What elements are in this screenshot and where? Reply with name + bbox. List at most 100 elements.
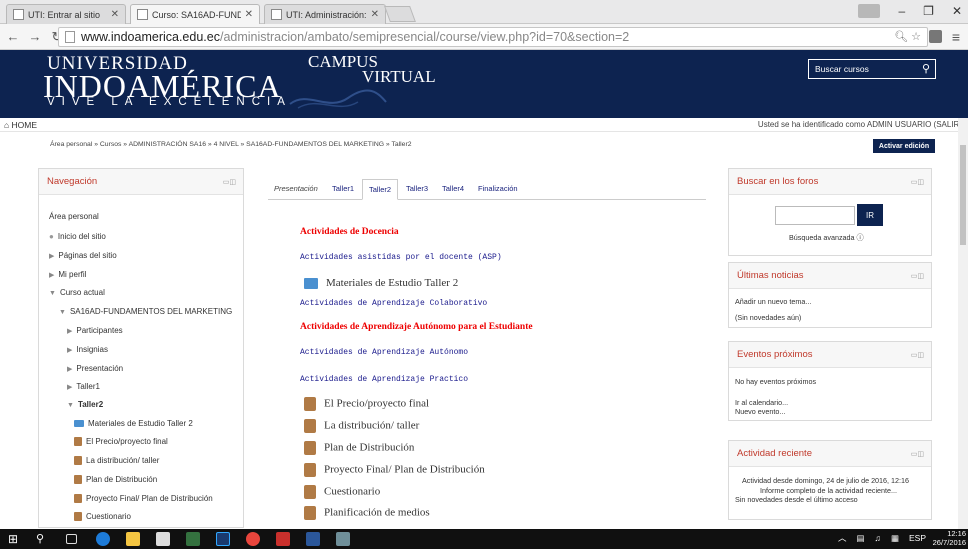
language-indicator[interactable]: ESP	[909, 533, 926, 543]
resource-assignment[interactable]: Cuestionario	[304, 485, 380, 499]
nav-item[interactable]: ▶ Participantes	[67, 326, 123, 335]
course-search-input[interactable]: Buscar cursos ⚲	[808, 59, 936, 79]
nav-item[interactable]: ▶ Presentación	[67, 364, 123, 373]
url-field[interactable]: www.indoamerica.edu.ec/administracion/am…	[58, 27, 928, 47]
edit-mode-button[interactable]: Activar edición	[873, 139, 935, 153]
scrollbar-thumb[interactable]	[960, 145, 966, 245]
acrobat-icon[interactable]	[276, 532, 290, 546]
nav-label: Presentación	[76, 364, 124, 373]
block-header: Actividad reciente ▭◫	[729, 441, 931, 467]
clock[interactable]: 12:16 26/7/2016	[933, 529, 966, 547]
nav-item[interactable]: ▶ Mi perfil	[49, 270, 86, 279]
tab-presentacion[interactable]: Presentación	[274, 184, 318, 193]
user-icon[interactable]	[858, 4, 881, 18]
home-link[interactable]: ⌂ HOME	[4, 120, 37, 130]
back-icon[interactable]: ←	[4, 29, 22, 44]
nav-item[interactable]: Materiales de Estudio Taller 2	[74, 419, 193, 428]
nav-item[interactable]: Área personal	[49, 212, 99, 221]
home-label: HOME	[11, 120, 38, 130]
nav-item[interactable]: La distribución/ taller	[74, 456, 159, 466]
tray-up-icon[interactable]: ︿	[838, 532, 847, 544]
nav-label: Proyecto Final/ Plan de Distribución	[86, 494, 213, 503]
assignment-icon	[74, 456, 82, 466]
block-header: Últimas noticias ▭◫	[729, 263, 931, 289]
zoom-star-icon[interactable]: 🔍︎ ☆	[894, 30, 921, 43]
edge-icon[interactable]	[96, 532, 110, 546]
tab-taller1[interactable]: Taller1	[332, 184, 354, 193]
resource-folder[interactable]: Materiales de Estudio Taller 2	[304, 277, 458, 289]
tab-finalizacion[interactable]: Finalización	[478, 184, 518, 193]
notification-icon[interactable]: ▦	[891, 533, 899, 544]
volume-icon[interactable]: ♫	[875, 533, 881, 543]
task-view-icon[interactable]	[66, 534, 77, 544]
block-controls-icon[interactable]: ▭◫	[911, 272, 924, 280]
nav-item[interactable]: ▼ Curso actual	[49, 288, 105, 297]
resource-assignment[interactable]: La distribución/ taller	[304, 419, 419, 433]
calendar-link[interactable]: Ir al calendario...	[735, 398, 788, 407]
search-icon[interactable]: ⚲	[922, 62, 930, 75]
assignment-icon	[304, 463, 316, 477]
block-controls-icon[interactable]: ▭◫	[223, 178, 236, 186]
logo-sub: VIVE LA EXCELENCIA	[47, 96, 292, 108]
photoshop-icon[interactable]	[216, 532, 230, 546]
chevron-right-icon: ▶	[49, 253, 55, 260]
close-icon[interactable]: ✕	[111, 9, 119, 20]
news-title: Últimas noticias	[737, 270, 804, 281]
advanced-search-link[interactable]: Búsqueda avanzada ⓘ	[789, 233, 864, 243]
new-tab-button[interactable]	[384, 6, 416, 22]
minimize-icon[interactable]: –	[898, 4, 905, 18]
paint-icon[interactable]	[336, 532, 350, 546]
add-topic-link[interactable]: Añadir un nuevo tema...	[735, 297, 811, 306]
chrome-icon[interactable]	[246, 532, 260, 546]
forward-icon[interactable]: →	[26, 29, 44, 44]
nav-item[interactable]: ▶ Insignias	[67, 345, 108, 354]
browser-tab-admin[interactable]: UTI: Administración: Apar ✕	[264, 4, 386, 24]
resource-assignment[interactable]: El Precio/proyecto final	[304, 397, 429, 411]
store-icon[interactable]	[156, 532, 170, 546]
tab-label: Curso: SA16AD-FUNDAM	[152, 9, 241, 20]
resource-assignment[interactable]: Planificación de medios	[304, 506, 430, 520]
tab-label: UTI: Entrar al sitio	[28, 9, 101, 20]
nav-item[interactable]: El Precio/proyecto final	[74, 437, 168, 447]
nav-item[interactable]: Plan de Distribución	[74, 475, 157, 485]
maximize-icon[interactable]: ❐	[923, 4, 934, 18]
windows-start-icon[interactable]: ⊞	[8, 532, 22, 546]
nav-item[interactable]: ▼ SA16AD-FUNDAMENTOS DEL MARKETING	[59, 307, 232, 316]
browser-tab-login[interactable]: UTI: Entrar al sitio ✕	[6, 4, 126, 24]
nav-item[interactable]: ● Inicio del sitio	[49, 232, 106, 241]
browser-tab-course[interactable]: Curso: SA16AD-FUNDAM ✕	[130, 4, 260, 24]
dreamweaver-icon[interactable]	[186, 532, 200, 546]
nav-item[interactable]: ▶ Taller1	[67, 382, 100, 391]
menu-icon[interactable]: ≡	[952, 29, 960, 45]
breadcrumb[interactable]: Área personal » Cursos » ADMINISTRACIÓN …	[50, 141, 412, 148]
network-icon[interactable]: ▤	[857, 533, 865, 544]
close-icon[interactable]: ✕	[371, 9, 379, 20]
search-icon[interactable]: ⚲	[36, 532, 50, 546]
full-report-link[interactable]: Informe completo de la actividad recient…	[760, 486, 897, 495]
close-window-icon[interactable]: ✕	[952, 4, 962, 18]
new-event-link[interactable]: Nuevo evento...	[735, 407, 785, 416]
tab-taller3[interactable]: Taller3	[406, 184, 428, 193]
block-controls-icon[interactable]: ▭◫	[911, 450, 924, 458]
tab-taller2[interactable]: Taller2	[362, 179, 399, 200]
chevron-right-icon: ▶	[67, 384, 73, 391]
nav-item-current[interactable]: ▼ Taller2	[67, 400, 103, 409]
nav-item[interactable]: Proyecto Final/ Plan de Distribución	[74, 494, 213, 504]
block-controls-icon[interactable]: ▭◫	[911, 178, 924, 186]
home-icon: ⌂	[4, 120, 10, 130]
block-controls-icon[interactable]: ▭◫	[911, 351, 924, 359]
close-icon[interactable]: ✕	[245, 9, 253, 20]
word-icon[interactable]	[306, 532, 320, 546]
nav-item[interactable]: ▶ Páginas del sitio	[49, 251, 117, 260]
resource-assignment[interactable]: Proyecto Final/ Plan de Distribución	[304, 463, 485, 477]
help-icon[interactable]: ⓘ	[857, 233, 864, 242]
file-explorer-icon[interactable]	[126, 532, 140, 546]
nav-item[interactable]: Cuestionario	[74, 512, 131, 522]
forum-search-button[interactable]: IR	[857, 204, 883, 226]
nav-label: Inicio del sitio	[57, 232, 106, 241]
nav-label: Cuestionario	[86, 512, 131, 521]
extension-icon[interactable]	[929, 30, 942, 43]
forum-search-input[interactable]	[775, 206, 855, 225]
tab-taller4[interactable]: Taller4	[442, 184, 464, 193]
resource-assignment[interactable]: Plan de Distribución	[304, 441, 414, 455]
